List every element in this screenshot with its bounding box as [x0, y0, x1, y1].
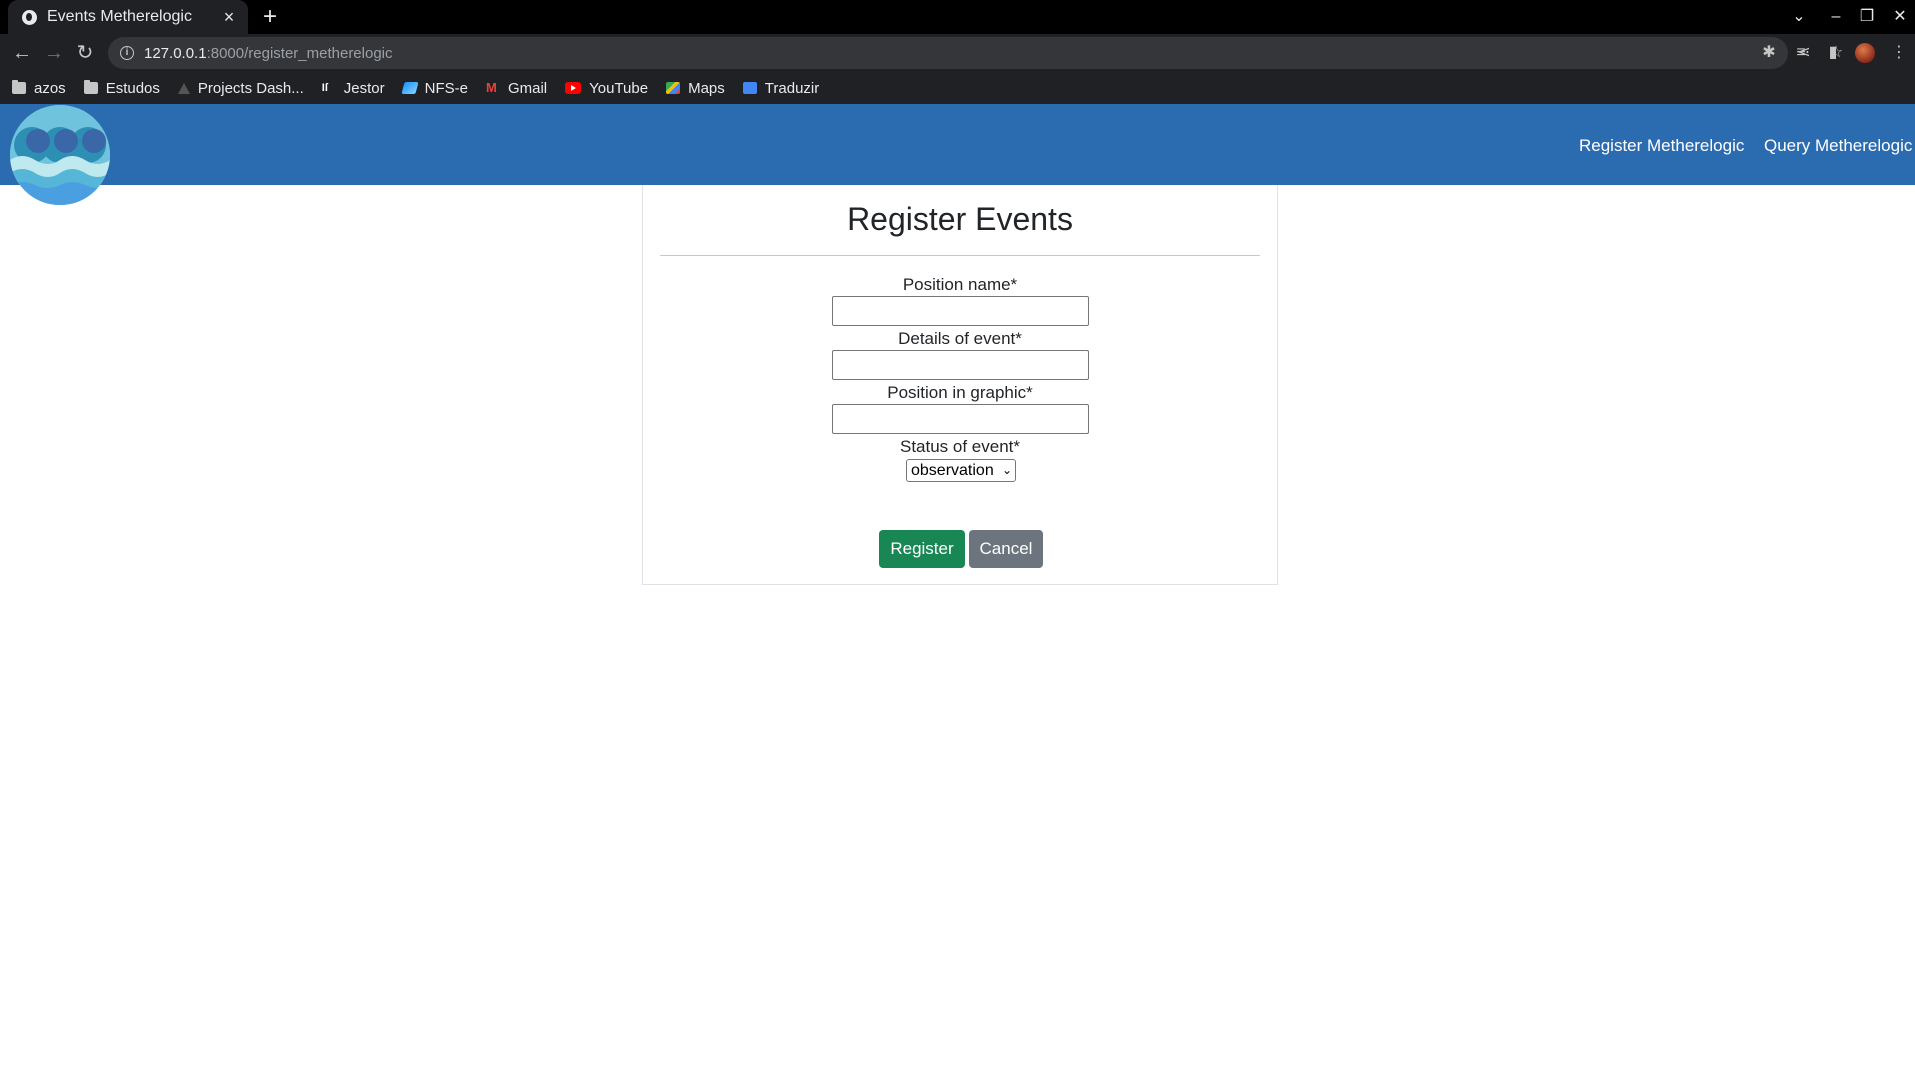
- register-events-card: Register Events Position name* Details o…: [642, 185, 1278, 585]
- back-icon[interactable]: ←: [8, 39, 36, 67]
- bookmark-estudos[interactable]: Estudos: [83, 79, 160, 97]
- maximize-icon[interactable]: ❐: [1852, 0, 1882, 34]
- nfse-icon: [401, 82, 419, 94]
- browser-tab-strip: Events Metherelogic × + ⌄ – ❐ ✕: [0, 0, 1915, 34]
- maps-icon: [666, 82, 681, 94]
- extensions-icon[interactable]: ✱: [1755, 39, 1783, 67]
- bookmark-label: azos: [34, 79, 66, 97]
- details-of-event-label: Details of event*: [898, 329, 1022, 348]
- bookmarks-bar: azos Estudos Projects Dash... Iſ Jestor …: [0, 72, 1915, 104]
- folder-icon: [83, 80, 98, 94]
- folder-icon: [12, 80, 26, 94]
- bookmark-label: Estudos: [105, 79, 160, 97]
- close-window-icon[interactable]: ✕: [1885, 0, 1915, 34]
- bookmark-projects-dash[interactable]: Projects Dash...: [177, 79, 304, 97]
- forward-icon[interactable]: →: [40, 39, 68, 67]
- bookmark-jestor[interactable]: Iſ Jestor: [322, 80, 385, 97]
- side-panel-icon[interactable]: ▮: [1819, 39, 1847, 67]
- url-path: :8000/register_metherelogic: [206, 44, 393, 62]
- cancel-button[interactable]: Cancel: [969, 530, 1043, 568]
- menu-kebab-icon[interactable]: ⋮: [1885, 39, 1913, 67]
- title-divider: [660, 255, 1260, 256]
- bookmark-nfse[interactable]: NFS-e: [401, 79, 468, 97]
- waves-logo[interactable]: [10, 105, 110, 205]
- bookmark-label: Projects Dash...: [197, 79, 304, 97]
- details-of-event-input[interactable]: [832, 350, 1089, 380]
- bookmark-youtube[interactable]: YouTube: [565, 80, 648, 97]
- translate-icon: [742, 82, 757, 94]
- position-in-graphic-label: Position in graphic*: [887, 383, 1033, 402]
- status-of-event-select[interactable]: observation ⌄: [906, 459, 1016, 482]
- nav-register-metherelogic[interactable]: Register Metherelogic: [1579, 136, 1744, 156]
- reload-icon[interactable]: ↻: [71, 39, 99, 67]
- tab-search-icon[interactable]: ⌄: [1784, 0, 1814, 34]
- nav-query-metherelogic[interactable]: Query Metherelogic: [1764, 136, 1912, 156]
- bookmark-label: Jestor: [343, 79, 385, 97]
- chevron-down-icon: ⌄: [1001, 463, 1012, 477]
- tab-title: Events Metherelogic: [47, 8, 192, 25]
- bookmark-label: Gmail: [507, 79, 548, 97]
- page-title: Register Events: [847, 201, 1073, 237]
- site-info-icon[interactable]: i: [120, 46, 134, 60]
- reading-list-icon[interactable]: ≡: [1787, 39, 1815, 67]
- bookmark-label: NFS-e: [424, 79, 468, 97]
- globe-icon: [22, 9, 37, 25]
- browser-tab[interactable]: Events Metherelogic ×: [8, 0, 248, 34]
- dashboard-icon: [177, 82, 190, 94]
- bookmark-maps[interactable]: Maps: [666, 80, 725, 97]
- profile-avatar[interactable]: [1855, 43, 1875, 63]
- bookmark-label: Traduzir: [764, 79, 820, 97]
- position-in-graphic-input[interactable]: [832, 404, 1089, 434]
- register-button[interactable]: Register: [879, 530, 965, 568]
- status-of-event-label: Status of event*: [899, 437, 1021, 456]
- jestor-icon: Iſ: [321, 82, 328, 94]
- browser-toolbar: ← → ↻ i 127.0.0.1:8000/register_metherel…: [0, 34, 1915, 72]
- close-tab-icon[interactable]: ×: [220, 7, 238, 28]
- bookmark-label: YouTube: [589, 79, 649, 97]
- bookmark-gmail[interactable]: M Gmail: [486, 80, 547, 97]
- gmail-icon: M: [485, 80, 497, 95]
- youtube-icon: [565, 82, 582, 94]
- new-tab-icon[interactable]: +: [258, 3, 282, 31]
- bookmark-label: Maps: [688, 79, 725, 97]
- waves-logo-icon: [10, 105, 110, 205]
- bookmark-traduzir[interactable]: Traduzir: [742, 79, 820, 97]
- bookmark-azos[interactable]: azos: [12, 80, 66, 97]
- url-host: 127.0.0.1: [144, 44, 207, 62]
- minimize-icon[interactable]: –: [1821, 0, 1851, 34]
- position-name-input[interactable]: [832, 296, 1089, 326]
- status-selected-value: observation: [911, 461, 994, 479]
- address-bar[interactable]: i 127.0.0.1:8000/register_metherelogic ⋖…: [108, 37, 1843, 69]
- position-name-label: Position name*: [902, 275, 1018, 294]
